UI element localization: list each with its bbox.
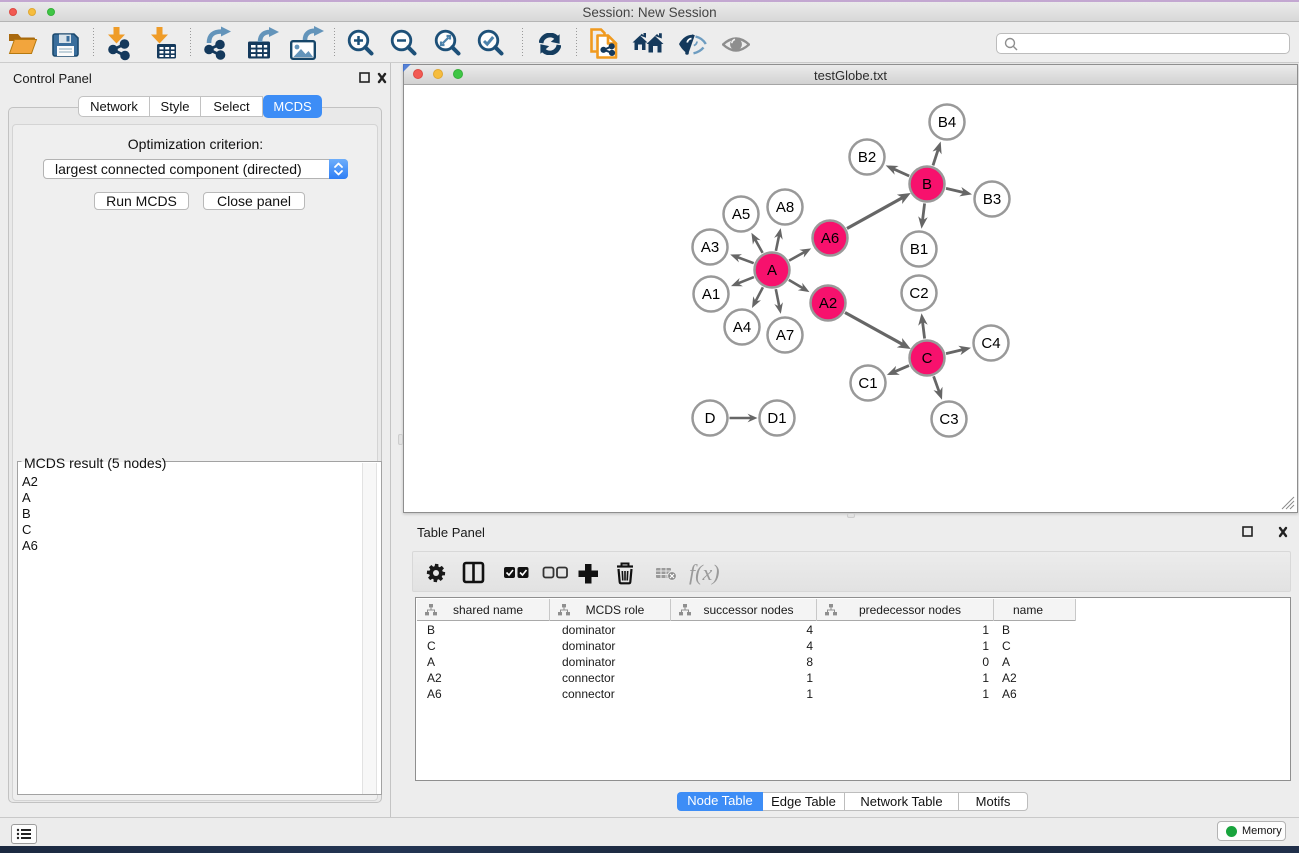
svg-text:A8: A8: [776, 199, 794, 216]
svg-text:B1: B1: [910, 241, 928, 258]
svg-text:D1: D1: [767, 410, 786, 427]
svg-text:f(x): f(x): [689, 560, 720, 585]
svg-text:A5: A5: [732, 206, 750, 223]
svg-text:A7: A7: [776, 327, 794, 344]
svg-text:B3: B3: [983, 191, 1001, 208]
svg-text:C3: C3: [939, 411, 958, 428]
svg-text:B2: B2: [858, 149, 876, 166]
svg-text:A1: A1: [702, 286, 720, 303]
svg-text:C4: C4: [981, 335, 1000, 352]
svg-text:A: A: [767, 262, 777, 279]
svg-text:B: B: [922, 176, 932, 193]
svg-text:A3: A3: [701, 239, 719, 256]
svg-text:A2: A2: [819, 295, 837, 312]
svg-text:B4: B4: [938, 114, 956, 131]
svg-text:C2: C2: [909, 285, 928, 302]
svg-text:C: C: [922, 350, 933, 367]
svg-text:A6: A6: [821, 230, 839, 247]
svg-text:C1: C1: [858, 375, 877, 392]
svg-text:A4: A4: [733, 319, 751, 336]
svg-text:D: D: [705, 410, 716, 427]
